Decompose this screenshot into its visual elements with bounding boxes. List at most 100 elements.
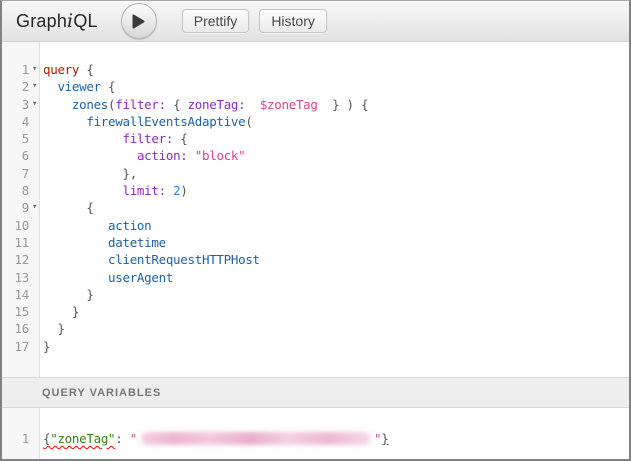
token-attribute: limit: [122, 183, 165, 198]
code-text[interactable]: action: "block" [40, 147, 245, 164]
fold-spacer [29, 217, 40, 234]
fold-spacer [29, 251, 40, 268]
code-text[interactable]: }, [40, 165, 137, 182]
fold-arrow-icon[interactable]: ▾ [29, 96, 40, 113]
fold-spacer [29, 303, 40, 320]
line-number: 2 [2, 78, 29, 95]
code-text[interactable]: userAgent [40, 269, 173, 286]
line-number: 13 [2, 269, 29, 286]
line-number: 16 [2, 320, 29, 337]
code-text[interactable]: query { [40, 61, 94, 78]
line-number: 1 [2, 61, 29, 78]
prettify-button[interactable]: Prettify [182, 9, 250, 33]
variables-title-bar[interactable]: QUERY VARIABLES [2, 377, 629, 408]
redacted-zone-tag-value [141, 432, 371, 445]
code-line[interactable]: 6 action: "block" [2, 147, 629, 164]
fold-spacer [29, 269, 40, 286]
toolbar: GraphiQL Prettify History [2, 1, 629, 42]
code-text[interactable]: zones(filter: { zoneTag: $zoneTag } ) { [40, 96, 368, 113]
code-line[interactable]: 1 {"zoneTag": ""} [2, 430, 629, 447]
code-text[interactable]: } [40, 338, 50, 355]
fold-arrow-icon[interactable]: ▾ [29, 78, 40, 95]
token-punctuation: }, [43, 166, 137, 181]
line-number: 11 [2, 234, 29, 251]
fold-arrow-icon[interactable]: ▾ [29, 61, 40, 78]
variables-editor[interactable]: 1 {"zoneTag": ""} [2, 408, 629, 459]
token-property: viewer [57, 79, 100, 94]
code-line[interactable]: 12 clientRequestHTTPHost [2, 251, 629, 268]
token-punctuation: } ) { [318, 97, 369, 112]
token-punctuation: { [101, 79, 115, 94]
variables-title: QUERY VARIABLES [42, 387, 161, 399]
token-string: "block" [195, 148, 246, 163]
code-line[interactable]: 13 userAgent [2, 269, 629, 286]
token-string: " [123, 431, 137, 446]
code-text[interactable]: limit: 2) [40, 182, 188, 199]
token-punctuation: { [173, 131, 187, 146]
history-button[interactable]: History [259, 9, 327, 33]
code-text[interactable]: {"zoneTag": ""} [40, 430, 388, 447]
code-text[interactable]: firewallEventsAdaptive( [40, 113, 253, 130]
code-line[interactable]: 2▾ viewer { [2, 78, 629, 95]
token-punctuation [245, 97, 259, 112]
code-text[interactable]: action [40, 217, 151, 234]
code-text[interactable]: viewer { [40, 78, 115, 95]
code-line[interactable]: 1▾query { [2, 61, 629, 78]
code-text[interactable]: } [40, 286, 94, 303]
fold-spacer [29, 286, 40, 303]
graphiql-logo: GraphiQL [16, 10, 98, 32]
line-number: 12 [2, 251, 29, 268]
code-text[interactable]: clientRequestHTTPHost [40, 251, 260, 268]
query-editor[interactable]: 1▾query {2▾ viewer {3▾ zones(filter: { z… [2, 42, 629, 377]
token-keyword: query [43, 62, 79, 77]
token-punctuation [188, 148, 195, 163]
code-text[interactable]: filter: { [40, 130, 188, 147]
token-punctuation: { [166, 97, 188, 112]
code-line[interactable]: 7 }, [2, 165, 629, 182]
code-line[interactable]: 5 filter: { [2, 130, 629, 147]
code-line[interactable]: 14 } [2, 286, 629, 303]
line-number: 8 [2, 182, 29, 199]
line-number: 5 [2, 130, 29, 147]
code-line[interactable]: 3▾ zones(filter: { zoneTag: $zoneTag } )… [2, 96, 629, 113]
token-punctuation [43, 148, 137, 163]
fold-spacer [29, 430, 40, 447]
execute-button[interactable] [121, 3, 157, 39]
code-line[interactable]: 16 } [2, 320, 629, 337]
fold-arrow-icon[interactable]: ▾ [29, 199, 40, 216]
fold-spacer [29, 320, 40, 337]
token-json-key: "zoneTag" [50, 431, 115, 446]
code-line[interactable]: 15 } [2, 303, 629, 320]
fold-spacer [29, 338, 40, 355]
token-punctuation: ) [180, 183, 187, 198]
token-punctuation [43, 79, 57, 94]
token-punctuation [166, 183, 173, 198]
line-number: 14 [2, 286, 29, 303]
token-punctuation: : [115, 431, 122, 446]
line-number: 9 [2, 199, 29, 216]
token-punctuation [43, 97, 72, 112]
code-line[interactable]: 17} [2, 338, 629, 355]
token-property: datetime [108, 235, 166, 250]
token-attribute: action: [137, 148, 188, 163]
code-text[interactable]: } [40, 320, 65, 337]
code-line[interactable]: 4 firewallEventsAdaptive( [2, 113, 629, 130]
line-number: 1 [2, 430, 29, 447]
token-property: zones [72, 97, 108, 112]
code-line[interactable]: 10 action [2, 217, 629, 234]
code-text[interactable]: { [40, 199, 94, 216]
token-punctuation: { [79, 62, 93, 77]
code-line[interactable]: 11 datetime [2, 234, 629, 251]
code-text[interactable]: } [40, 303, 79, 320]
fold-spacer [29, 147, 40, 164]
code-line[interactable]: 8 limit: 2) [2, 182, 629, 199]
token-attribute: zoneTag: [188, 97, 246, 112]
token-punctuation: } [43, 287, 94, 302]
code-line[interactable]: 9▾ { [2, 199, 629, 216]
token-variable: $zoneTag [260, 97, 318, 112]
token-attribute: filter: [122, 131, 173, 146]
code-text[interactable]: datetime [40, 234, 166, 251]
fold-spacer [29, 130, 40, 147]
token-punctuation [43, 183, 122, 198]
fold-spacer [29, 182, 40, 199]
